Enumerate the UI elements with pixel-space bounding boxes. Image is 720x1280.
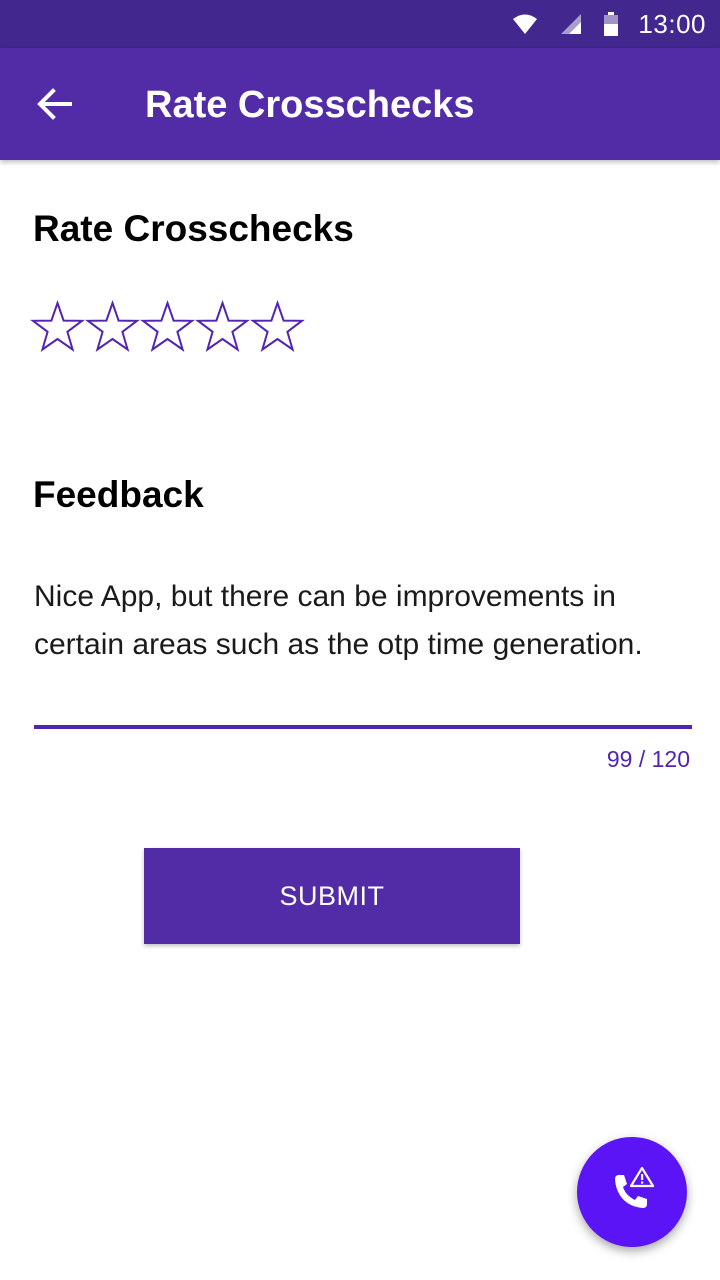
character-counter: 99 / 120 — [606, 746, 690, 772]
arrow-back-icon — [37, 88, 72, 120]
feedback-input[interactable]: Nice App, but there can be improvements … — [34, 573, 674, 669]
feedback-input-underline — [34, 725, 692, 729]
rating-heading: Rate Crosschecks — [33, 208, 354, 249]
emergency-call-button[interactable] — [577, 1137, 687, 1247]
status-time: 13:00 — [638, 8, 706, 39]
signal-icon — [560, 13, 582, 35]
star-2-icon[interactable] — [85, 300, 140, 355]
star-5-icon[interactable] — [250, 300, 305, 355]
phone-alert-icon — [615, 1167, 655, 1208]
feedback-heading: Feedback — [33, 474, 204, 515]
back-button[interactable] — [34, 86, 74, 122]
star-3-icon[interactable] — [140, 300, 195, 355]
star-1-icon[interactable] — [30, 300, 85, 355]
star-4-icon[interactable] — [195, 300, 250, 355]
battery-icon — [604, 12, 619, 36]
star-rating[interactable] — [30, 300, 305, 355]
status-bar: 13:00 — [0, 0, 720, 48]
app-bar: Rate Crosschecks — [0, 48, 720, 160]
submit-button[interactable]: SUBMIT — [144, 848, 520, 944]
page-title: Rate Crosschecks — [145, 84, 475, 126]
wifi-icon — [512, 13, 538, 35]
